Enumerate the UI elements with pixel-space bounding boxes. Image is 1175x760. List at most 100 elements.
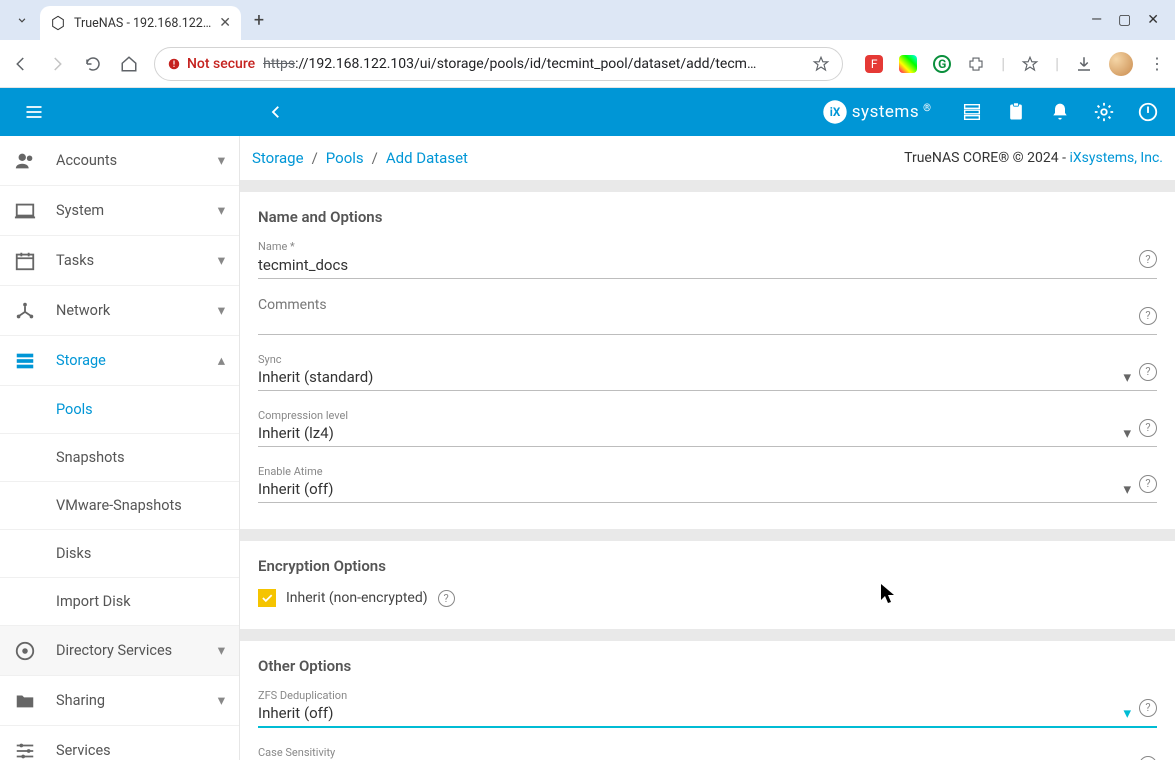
profile-avatar[interactable]: [1109, 52, 1133, 76]
notifications-icon[interactable]: [1049, 101, 1071, 123]
help-icon[interactable]: ?: [1139, 475, 1157, 493]
laptop-icon: [14, 200, 36, 222]
breadcrumb-pools[interactable]: Pools: [326, 149, 364, 167]
sidebar-item-network[interactable]: Network ▾: [0, 286, 239, 336]
sidebar-item-label: Tasks: [56, 252, 198, 269]
sidebar-item-directory-services[interactable]: Directory Services ▾: [0, 626, 239, 676]
sidebar-item-services[interactable]: Services: [0, 726, 239, 760]
help-icon[interactable]: ?: [1139, 307, 1157, 325]
inherit-encryption-checkbox[interactable]: [258, 589, 276, 607]
calendar-icon: [14, 250, 36, 272]
menu-toggle-icon[interactable]: [16, 94, 52, 130]
browser-menu-icon[interactable]: ⋮: [1149, 54, 1165, 73]
tab-close-icon[interactable]: ✕: [219, 15, 231, 31]
new-tab-button[interactable]: +: [245, 6, 273, 34]
field-value: Inherit (standard): [258, 368, 373, 386]
dedup-field[interactable]: ZFS Deduplication Inherit (off) ▾ ?: [258, 689, 1157, 728]
field-label: Enable Atime: [258, 465, 1131, 478]
storage-icon: [14, 350, 36, 372]
grammarly-icon[interactable]: G: [933, 55, 951, 73]
logo-text: systems: [852, 102, 919, 122]
close-window-icon[interactable]: ✕: [1147, 12, 1159, 28]
name-options-section: Name and Options Name * ? Comments ? Syn…: [240, 192, 1175, 529]
network-icon: [14, 300, 36, 322]
sidebar-sub-pools[interactable]: Pools: [0, 386, 239, 434]
back-button[interactable]: [10, 53, 32, 75]
atime-field[interactable]: Enable Atime Inherit (off) ▾ ?: [258, 465, 1157, 503]
url-bar[interactable]: Not secure https://192.168.122.103/ui/st…: [154, 47, 843, 81]
sidebar-sub-snapshots[interactable]: Snapshots: [0, 434, 239, 482]
help-icon[interactable]: ?: [1139, 363, 1157, 381]
chevron-down-icon: ▾: [218, 642, 225, 659]
bookmark-star-icon[interactable]: [812, 55, 830, 73]
bookmarks-icon[interactable]: [1021, 55, 1039, 73]
field-value: Inherit (off): [258, 704, 333, 722]
field-label: Name *: [258, 240, 1131, 253]
field-label: Case Sensitivity: [258, 746, 1131, 759]
sidebar-sub-disks[interactable]: Disks: [0, 530, 239, 578]
chevron-down-icon: ▾: [218, 152, 225, 169]
sidebar-item-label: Sharing: [56, 692, 198, 709]
sidebar-item-label: Storage: [56, 352, 198, 369]
sidebar-item-storage[interactable]: Storage ▴: [0, 336, 239, 386]
home-button[interactable]: [118, 53, 140, 75]
breadcrumb-add-dataset[interactable]: Add Dataset: [386, 149, 468, 167]
chevron-down-icon: ▾: [218, 252, 225, 269]
ixsystems-logo[interactable]: iX systems ®: [822, 101, 931, 123]
chevron-down-icon: ▾: [218, 302, 225, 319]
sidebar-item-sharing[interactable]: Sharing ▾: [0, 676, 239, 726]
sidebar-item-system[interactable]: System ▾: [0, 186, 239, 236]
clipboard-icon[interactable]: [1005, 101, 1027, 123]
browser-toolbar: Not secure https://192.168.122.103/ui/st…: [0, 40, 1175, 88]
help-icon[interactable]: ?: [1139, 756, 1157, 760]
directory-icon: [14, 640, 36, 662]
back-chevron-icon[interactable]: [258, 94, 294, 130]
extension-icon-2[interactable]: [899, 55, 917, 73]
download-icon[interactable]: [1075, 55, 1093, 73]
case-sensitivity-field[interactable]: Case Sensitivity Sensitive ▾ ?: [258, 746, 1157, 760]
sidebar-item-accounts[interactable]: Accounts ▾: [0, 136, 239, 186]
breadcrumb-storage[interactable]: Storage: [252, 149, 304, 167]
dropdown-arrow-icon: ▾: [1123, 424, 1131, 442]
ixsystems-link[interactable]: iXsystems, Inc.: [1069, 150, 1163, 166]
name-input[interactable]: [258, 256, 1131, 278]
chevron-down-icon: ▾: [218, 692, 225, 709]
sidebar-item-label: System: [56, 202, 198, 219]
comments-input[interactable]: [258, 324, 1131, 326]
svg-text:iX: iX: [830, 105, 841, 119]
browser-tab[interactable]: TrueNAS - 192.168.122… ✕: [40, 6, 241, 40]
sidebar-item-label: Directory Services: [56, 642, 198, 659]
compression-field[interactable]: Compression level Inherit (lz4) ▾ ?: [258, 409, 1157, 447]
minimize-icon[interactable]: —: [1091, 12, 1102, 28]
forward-button[interactable]: [46, 53, 68, 75]
reload-button[interactable]: [82, 53, 104, 75]
not-secure-badge[interactable]: Not secure: [167, 56, 255, 72]
not-secure-text: Not secure: [187, 56, 255, 72]
extension-icons: F G | | ⋮: [857, 52, 1165, 76]
name-field[interactable]: Name * ?: [258, 240, 1157, 279]
field-value: Inherit (off): [258, 480, 333, 498]
sync-field[interactable]: Sync Inherit (standard) ▾ ?: [258, 353, 1157, 391]
tab-title: TrueNAS - 192.168.122…: [74, 16, 211, 31]
help-icon[interactable]: ?: [1139, 699, 1157, 717]
comments-field[interactable]: Comments ?: [258, 297, 1157, 335]
sidebar-item-label: Import Disk: [56, 593, 131, 610]
url-text: https://192.168.122.103/ui/storage/pools…: [263, 56, 804, 72]
power-icon[interactable]: [1137, 101, 1159, 123]
sidebar-item-label: Pools: [56, 401, 93, 418]
settings-gear-icon[interactable]: [1093, 101, 1115, 123]
dropdown-arrow-icon: ▾: [1123, 704, 1131, 722]
sidebar-sub-import-disk[interactable]: Import Disk: [0, 578, 239, 626]
flipboard-icon[interactable]: F: [865, 55, 883, 73]
truecommand-icon[interactable]: [961, 101, 983, 123]
chevron-down-icon: ▾: [218, 202, 225, 219]
extensions-puzzle-icon[interactable]: [967, 55, 985, 73]
help-icon[interactable]: ?: [1139, 250, 1157, 268]
section-title: Encryption Options: [258, 557, 1157, 575]
help-icon[interactable]: ?: [438, 590, 455, 607]
sidebar-sub-vmware-snapshots[interactable]: VMware-Snapshots: [0, 482, 239, 530]
sidebar-item-tasks[interactable]: Tasks ▾: [0, 236, 239, 286]
maximize-icon[interactable]: ▢: [1118, 12, 1131, 28]
tab-search-dropdown[interactable]: [8, 6, 36, 34]
help-icon[interactable]: ?: [1139, 419, 1157, 437]
